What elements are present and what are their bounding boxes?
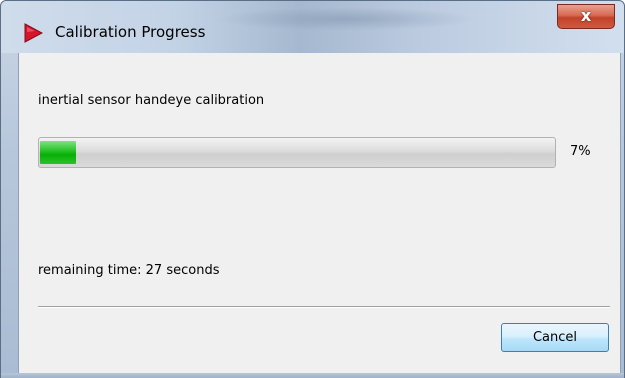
close-icon: x: [580, 6, 592, 25]
app-play-icon: [23, 23, 43, 43]
dialog-window: Calibration Progress x inertial sensor h…: [0, 0, 625, 378]
window-title: Calibration Progress: [55, 23, 206, 41]
progress-fill: [40, 141, 76, 164]
progress-percent: 7%: [570, 144, 591, 159]
dialog-body: inertial sensor handeye calibration 7% r…: [18, 53, 621, 373]
window-bottom-border: [1, 373, 624, 378]
title-bar[interactable]: Calibration Progress x: [1, 1, 624, 53]
task-label: inertial sensor handeye calibration: [38, 93, 265, 108]
close-button[interactable]: x: [557, 4, 615, 29]
divider: [38, 306, 610, 308]
cancel-button[interactable]: Cancel: [501, 323, 609, 352]
progress-bar: [38, 137, 556, 168]
remaining-time-text: remaining time: 27 seconds: [38, 263, 220, 278]
